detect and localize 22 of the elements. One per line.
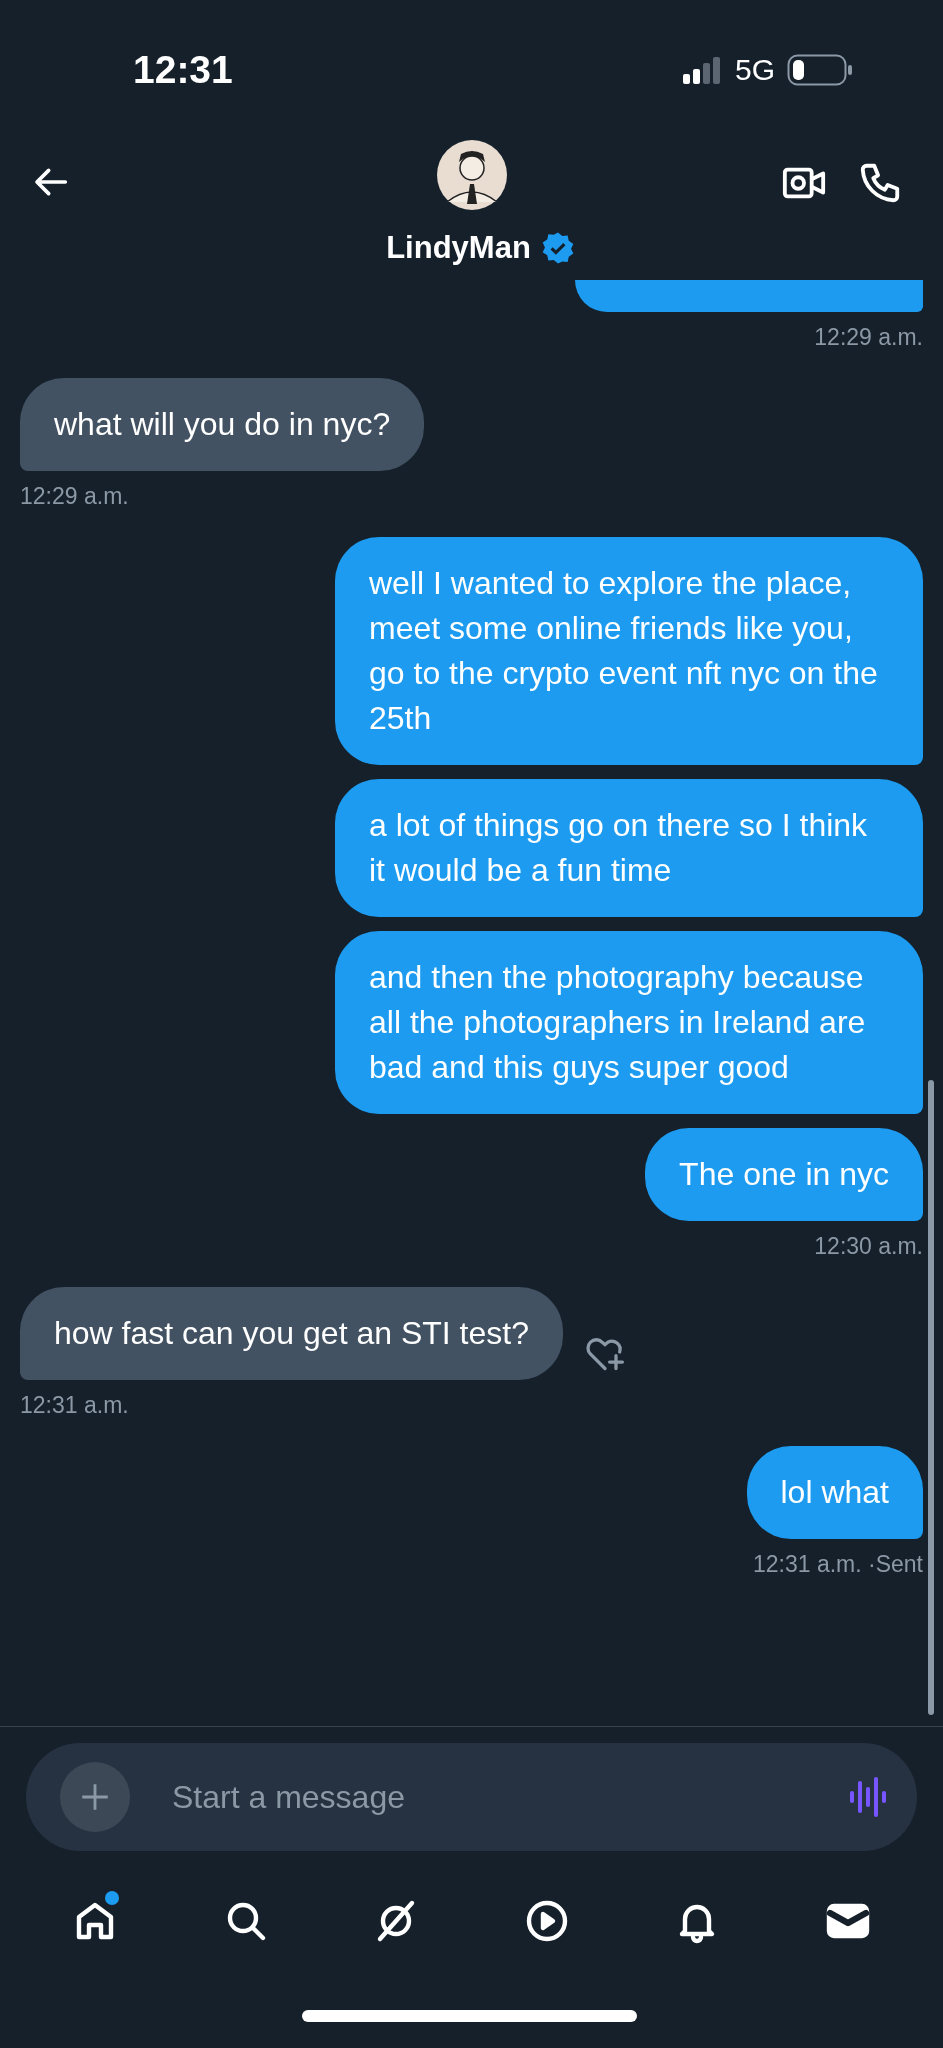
message-bubble: what will you do in nyc? [20,378,425,471]
message-bubble: lol what [746,1446,923,1539]
network-label: 5G [734,53,775,87]
message-timestamp: 12:31 a.m. [20,1392,129,1419]
message-timestamp: 12:30 a.m. [814,1233,923,1260]
message-timestamp: 12:29 a.m. [814,324,923,351]
message-composer[interactable]: Start a message [26,1743,917,1851]
message-bubble: a lot of things go on there so I think it would be a fun time [335,779,923,917]
battery-icon [787,54,853,86]
message-bubble: how fast can you get an STI test? [20,1287,563,1380]
signal-icon [682,55,723,85]
contact-name: LindyMan [386,230,531,266]
message-bubble: The one in nyc [645,1128,923,1221]
clock-time: 12:31 [133,48,233,92]
avatar[interactable] [436,140,507,210]
voice-wave-icon[interactable] [847,1775,887,1819]
notification-dot [105,1891,120,1905]
message-bubble: and then the photography because all the photographers in Ireland are bad and this guys super good [335,931,923,1114]
message-timestamp: 12:31 a.m. ·Sent [752,1551,923,1578]
message-bubble: well I wanted to explore the place, meet some online friends like you, go to the crypto event nft nyc on the 25th [335,537,923,765]
message-input[interactable]: Start a message [170,1777,807,1817]
message-timestamp: 12:29 a.m. [20,483,129,510]
